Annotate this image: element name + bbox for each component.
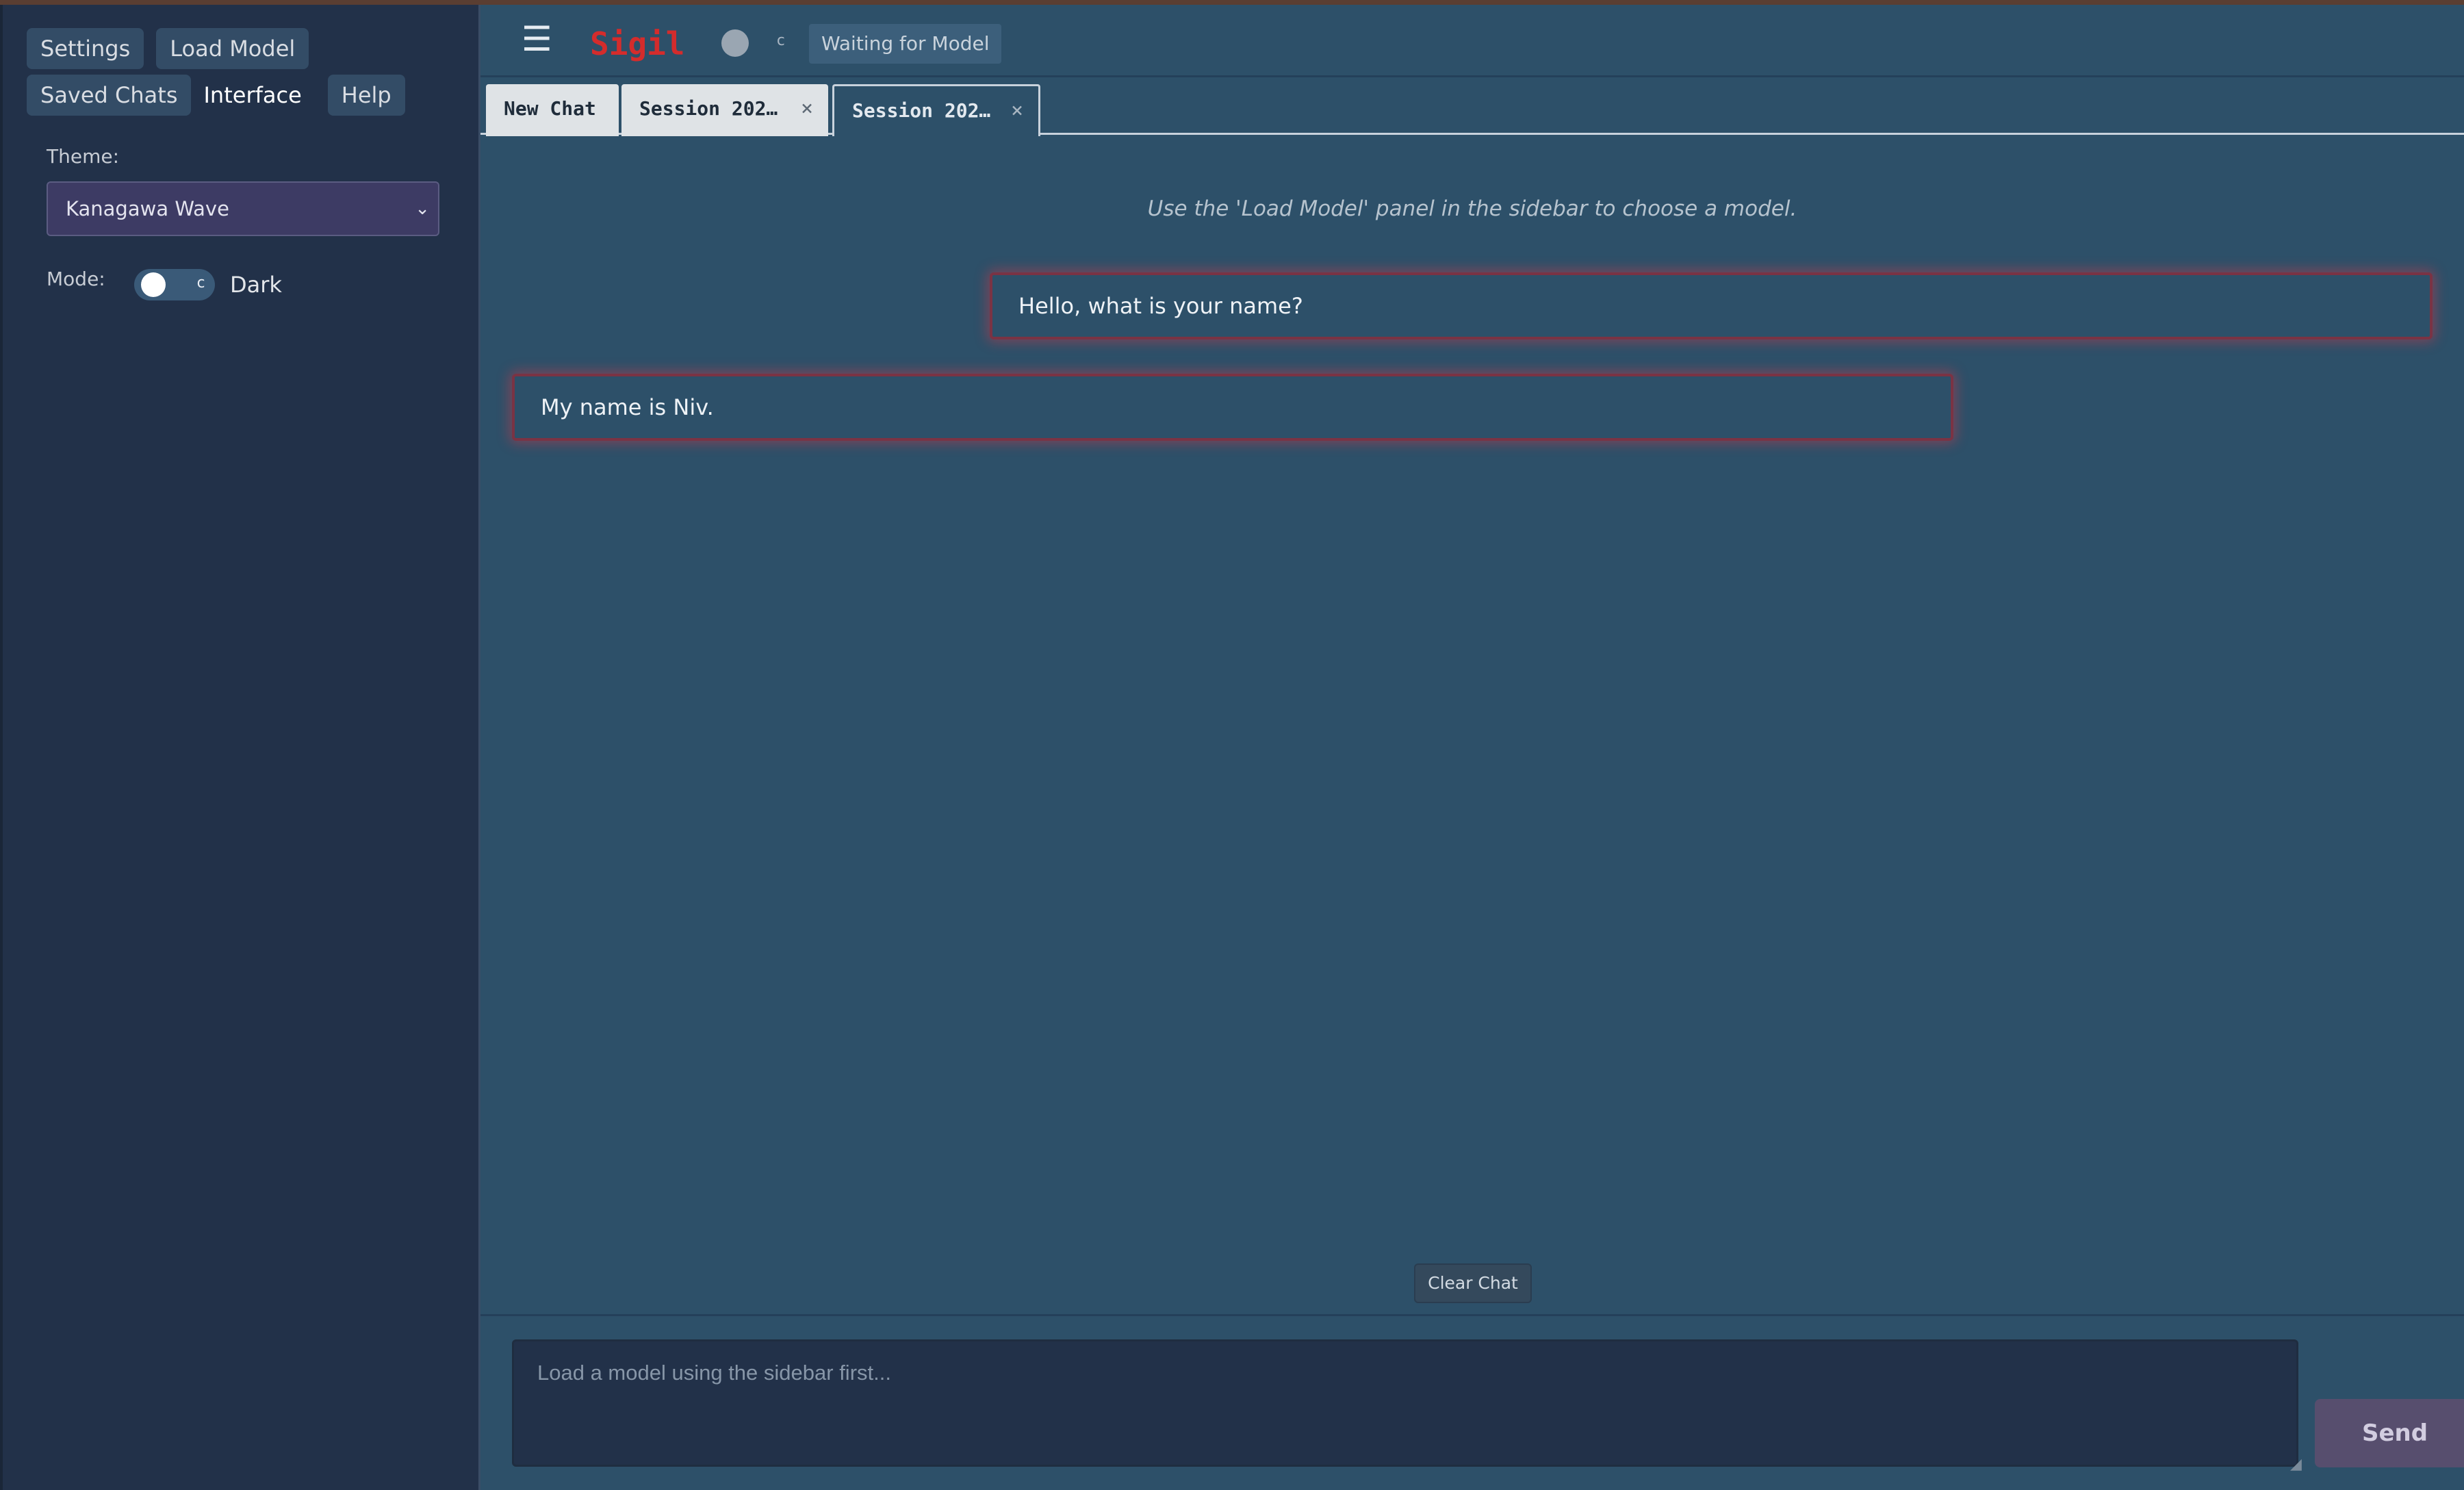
chat-tab-bar: New Chat Session 202… × Session 202… × bbox=[480, 79, 2464, 136]
theme-select[interactable]: Kanagawa Wave ⌄ bbox=[47, 181, 439, 236]
close-icon[interactable]: × bbox=[1011, 86, 1023, 136]
sidebar-tab-interface[interactable]: Interface bbox=[190, 75, 315, 116]
toggle-knob bbox=[141, 272, 166, 297]
theme-label: Theme: bbox=[47, 145, 120, 168]
status-glyph: c bbox=[776, 32, 786, 49]
user-message: Hello, what is your name? bbox=[990, 272, 2433, 339]
resize-handle-icon[interactable]: ◢ bbox=[2290, 1456, 2302, 1473]
model-hint: Use the 'Load Model' panel in the sideba… bbox=[1147, 196, 1797, 221]
tab-label: Session 202… bbox=[639, 97, 778, 120]
divider bbox=[480, 1314, 2464, 1316]
chevron-down-icon: ⌄ bbox=[415, 198, 430, 219]
tab-label: Session 202… bbox=[852, 99, 991, 122]
app-window: Settings Load Model Saved Chats Interfac… bbox=[0, 5, 2464, 1490]
close-icon[interactable]: × bbox=[801, 84, 813, 133]
tab-new-chat[interactable]: New Chat bbox=[486, 84, 619, 136]
mode-label: Mode: bbox=[47, 268, 105, 290]
sidebar-tab-settings[interactable]: Settings bbox=[27, 28, 144, 69]
mode-toggle[interactable]: c bbox=[134, 269, 215, 300]
tab-session-2[interactable]: Session 202… × bbox=[832, 84, 1040, 136]
mode-value: Dark bbox=[230, 272, 282, 298]
sidebar-tab-help[interactable]: Help bbox=[327, 75, 405, 116]
sidebar-tab-load-model[interactable]: Load Model bbox=[156, 28, 309, 69]
prompt-input[interactable] bbox=[512, 1339, 2298, 1467]
sidebar: Settings Load Model Saved Chats Interfac… bbox=[0, 5, 480, 1490]
clear-chat-button[interactable]: Clear Chat bbox=[1414, 1263, 1532, 1303]
top-bar: ☰ Sigil c Waiting for Model bbox=[480, 5, 2464, 77]
sidebar-tabs: Settings Load Model Saved Chats Interfac… bbox=[27, 28, 465, 121]
main-panel: ☰ Sigil c Waiting for Model New Chat Ses… bbox=[480, 5, 2464, 1490]
send-button[interactable]: Send bbox=[2315, 1399, 2464, 1467]
theme-select-value: Kanagawa Wave bbox=[66, 197, 229, 220]
sidebar-tab-saved-chats[interactable]: Saved Chats bbox=[27, 75, 192, 116]
status-dot-icon bbox=[721, 29, 749, 57]
assistant-message: My name is Niv. bbox=[512, 374, 1953, 441]
app-title: Sigil bbox=[590, 25, 685, 62]
toggle-glyph: c bbox=[196, 274, 205, 292]
tab-label: New Chat bbox=[504, 97, 596, 120]
tab-session-1[interactable]: Session 202… × bbox=[621, 84, 828, 136]
hamburger-menu-icon[interactable]: ☰ bbox=[522, 21, 552, 57]
status-badge: Waiting for Model bbox=[809, 24, 1002, 64]
